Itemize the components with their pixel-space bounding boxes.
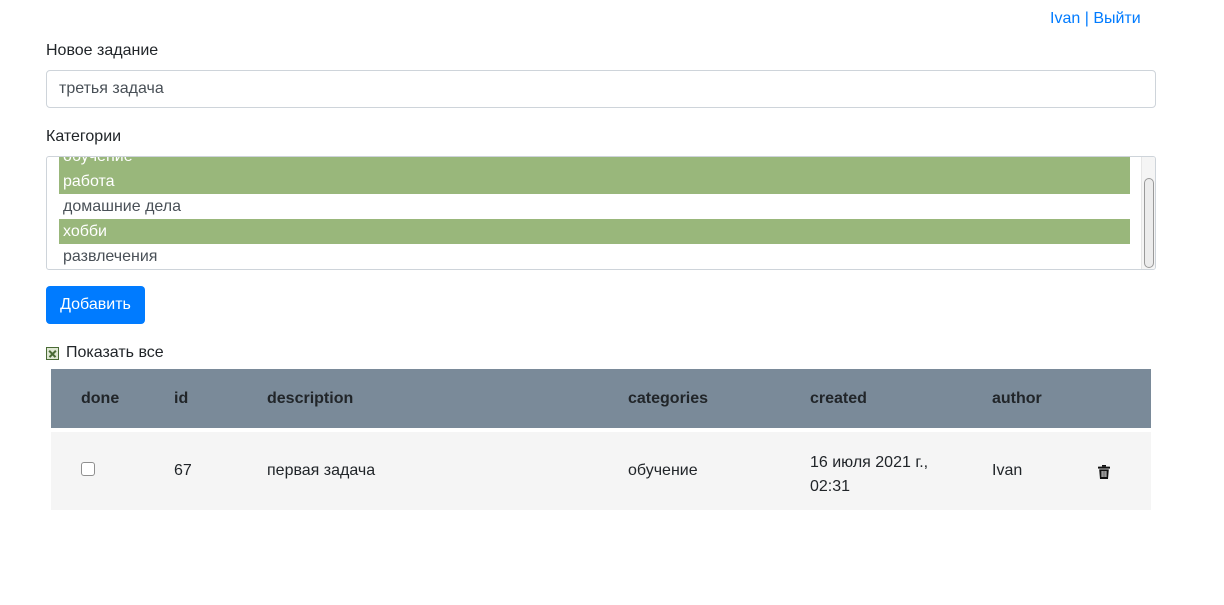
task-created-date: 16 июля 2021 г., [810, 454, 929, 471]
user-name-link[interactable]: Ivan [1050, 10, 1080, 27]
show-all-control: Показать все [46, 344, 164, 362]
task-description: первая задача [267, 462, 376, 479]
add-task-button[interactable]: Добавить [46, 286, 145, 324]
column-header-author: author [992, 390, 1042, 407]
categories-options: обучение работа домашние дела хобби разв… [59, 157, 1130, 269]
task-created-time: 02:31 [810, 478, 851, 495]
page: Ivan | Выйти Новое задание Категории обу… [0, 0, 1224, 605]
column-header-created: created [810, 390, 867, 407]
task-id: 67 [174, 462, 192, 479]
table-header: done id description categories created a… [51, 369, 1151, 428]
show-all-label: Показать все [66, 344, 164, 361]
trash-icon-graphic [1098, 465, 1110, 479]
task-created: 16 июля 2021 г., 02:31 [810, 451, 928, 499]
trash-icon[interactable] [1098, 465, 1110, 484]
logout-link[interactable]: Выйти [1093, 10, 1140, 27]
new-task-label: Новое задание [46, 42, 159, 59]
categories-scrollbar-thumb[interactable] [1144, 178, 1154, 268]
category-option-hobby[interactable]: хобби [59, 219, 1130, 244]
category-option-learning[interactable]: обучение [59, 157, 1130, 169]
column-header-done: done [81, 390, 120, 407]
user-bar-separator: | [1084, 10, 1089, 27]
show-all-checkbox[interactable] [46, 346, 59, 360]
user-bar: Ivan | Выйти [1050, 10, 1141, 28]
categories-label: Категории [46, 128, 122, 145]
category-option-entertainment[interactable]: развлечения [59, 244, 1130, 269]
categories-scrollbar[interactable] [1141, 157, 1155, 269]
column-header-id: id [174, 390, 189, 407]
category-option-housework[interactable]: домашние дела [59, 194, 1130, 219]
task-categories: обучение [628, 462, 698, 479]
task-done-checkbox[interactable] [81, 462, 95, 476]
new-task-input[interactable] [46, 70, 1156, 108]
column-header-description: description [267, 390, 354, 407]
categories-listbox[interactable]: обучение работа домашние дела хобби разв… [46, 156, 1156, 270]
table-row: 67 первая задача обучение 16 июля 2021 г… [51, 432, 1151, 510]
task-author: Ivan [992, 462, 1023, 479]
tasks-table: done id description categories created a… [51, 369, 1151, 510]
category-option-work[interactable]: работа [59, 169, 1130, 194]
column-header-categories: categories [628, 390, 709, 407]
